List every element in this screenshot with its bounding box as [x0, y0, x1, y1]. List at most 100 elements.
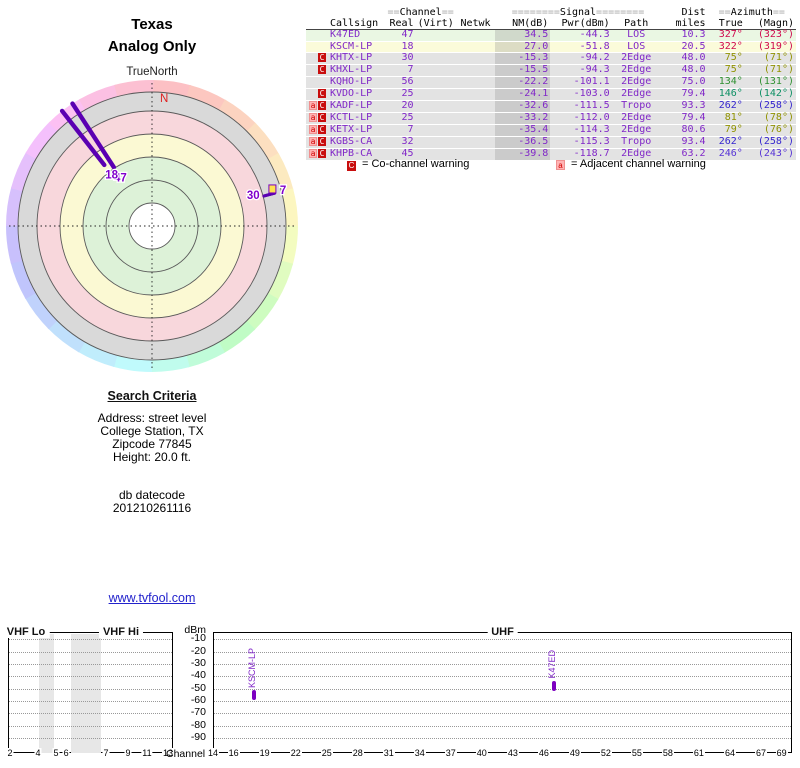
cell-path: LOS	[611, 41, 661, 53]
cell-pwr-dbm: -115.3	[550, 136, 612, 149]
adjacent-channel-flag-icon: a	[309, 100, 317, 110]
cell-path: 2Edge	[611, 112, 661, 125]
col-netwk: Netwk	[455, 18, 496, 30]
cell-azimuth-true: 246°	[707, 148, 745, 161]
cell-nm-db: -24.1	[495, 88, 551, 101]
channel-tick-label: 69	[775, 748, 788, 758]
co-channel-flag-icon: C	[318, 65, 326, 74]
cell-miles: 48.0	[660, 52, 708, 65]
channel-tick-label: 2	[6, 748, 14, 758]
cell-real-channel: 32	[385, 136, 416, 149]
co-channel-flag-icon: C	[318, 100, 326, 110]
cell-real-channel: 47	[385, 29, 416, 42]
y-tick-label: -30	[190, 656, 206, 669]
datecode-value: 201210261116	[112, 501, 192, 515]
y-tick-label: -20	[190, 644, 206, 657]
cell-path: Tropo	[611, 136, 661, 149]
cell-netwk	[455, 76, 496, 89]
cell-callsign: K47ED	[328, 29, 386, 42]
cell-pwr-dbm: -103.0	[550, 88, 612, 101]
band-label-vhf-lo: VHF Lo	[2, 626, 50, 638]
gridline	[9, 651, 172, 653]
cell-miles: 20.5	[660, 41, 708, 53]
cell-path: 2Edge	[611, 124, 661, 137]
cell-callsign: KGBS-CA	[328, 136, 386, 149]
cell-miles: 80.6	[660, 124, 708, 137]
row-flags: C	[306, 52, 328, 65]
cell-nm-db: 27.0	[495, 41, 551, 53]
channel-tick-label: 58	[661, 748, 674, 758]
cell-azimuth-true: 327°	[707, 29, 745, 42]
channel-tick-label: 46	[537, 748, 550, 758]
row-flags: aC	[306, 148, 328, 161]
gridline	[214, 725, 791, 727]
col-real: Real	[385, 18, 416, 30]
col-true: True	[707, 18, 745, 30]
col-path: Path	[611, 18, 661, 30]
row-flags: aC	[306, 136, 328, 149]
table-row: C KHXL-LP 7 -15.5 -94.3 2Edge 48.0 75° (71°)	[306, 64, 796, 77]
north-marker: N	[160, 93, 168, 105]
cell-azimuth-magn: (76°)	[744, 124, 796, 137]
table-group-header: ==Channel== ========Signal======== Dist …	[306, 7, 796, 19]
cell-path: LOS	[611, 29, 661, 42]
gridline	[214, 713, 791, 715]
criteria-height: Height: 20.0 ft.	[112, 450, 192, 464]
cell-callsign: KSCM-LP	[328, 41, 386, 53]
y-tick-label: -70	[190, 706, 206, 719]
cell-azimuth-true: 262°	[707, 136, 745, 149]
cell-azimuth-magn: (71°)	[744, 64, 796, 77]
cell-pwr-dbm: -94.2	[550, 52, 612, 65]
cell-miles: 93.3	[660, 100, 708, 113]
channel-tick-label: 4	[34, 748, 42, 758]
channel-tick-label: 40	[475, 748, 488, 758]
pointer-channel-label: 18	[105, 169, 118, 181]
cell-path: 2Edge	[611, 88, 661, 101]
group-channel: ==Channel==	[387, 7, 454, 18]
site-link-wrap: www.tvfool.com	[0, 589, 304, 607]
channel-tick-label: 31	[382, 748, 395, 758]
row-flags	[306, 76, 328, 89]
channel-tick-label: 49	[568, 748, 581, 758]
channel-tick-label: 55	[630, 748, 643, 758]
channel-tick-label: 52	[599, 748, 612, 758]
cell-real-channel: 30	[385, 52, 416, 65]
cell-netwk	[455, 136, 496, 149]
cell-pwr-dbm: -44.3	[550, 29, 612, 42]
row-flags	[306, 41, 328, 53]
cell-azimuth-magn: (131°)	[744, 76, 796, 89]
y-tick-label: -80	[190, 718, 206, 731]
channel-tick-label: 9	[124, 748, 132, 758]
cell-azimuth-true: 134°	[707, 76, 745, 89]
col-magn: (Magn)	[744, 18, 796, 30]
cell-azimuth-magn: (71°)	[744, 52, 796, 65]
pointer-flag-icon	[268, 184, 277, 194]
cell-azimuth-true: 79°	[707, 124, 745, 137]
cell-pwr-dbm: -94.3	[550, 64, 612, 77]
cell-virt-channel	[415, 88, 456, 101]
gridline	[9, 700, 172, 702]
cell-miles: 75.0	[660, 76, 708, 89]
legend-co-channel: C = Co-channel warning	[347, 158, 469, 171]
cell-nm-db: 34.5	[495, 29, 551, 42]
table-row: C KVDO-LP 25 -24.1 -103.0 2Edge 79.4 146° (142°)	[306, 88, 796, 101]
cell-azimuth-magn: (323°)	[744, 29, 796, 42]
tvfool-link[interactable]: www.tvfool.com	[109, 591, 196, 605]
co-channel-text: = Co-channel warning	[362, 158, 470, 170]
channel-tick-label: 11	[141, 748, 153, 758]
cell-callsign: KHTX-LP	[328, 52, 386, 65]
cell-netwk	[455, 100, 496, 113]
cell-real-channel: 7	[385, 64, 416, 77]
y-tick-label: -50	[190, 681, 206, 694]
y-tick-label: -10	[190, 632, 206, 645]
channel-tick-label: 43	[506, 748, 519, 758]
adjacent-channel-flag-icon: a	[309, 148, 317, 158]
radar-svg: N471830 7	[5, 80, 298, 372]
adjacent-channel-badge: a	[556, 160, 565, 170]
channel-tick-label: 14	[206, 748, 220, 758]
search-criteria: Search Criteria Address: street level Co…	[0, 389, 304, 515]
adjacent-channel-flag-icon: a	[309, 124, 317, 134]
gridline	[214, 676, 791, 678]
cell-azimuth-magn: (258°)	[744, 136, 796, 149]
group-signal: ========Signal========	[511, 7, 645, 18]
